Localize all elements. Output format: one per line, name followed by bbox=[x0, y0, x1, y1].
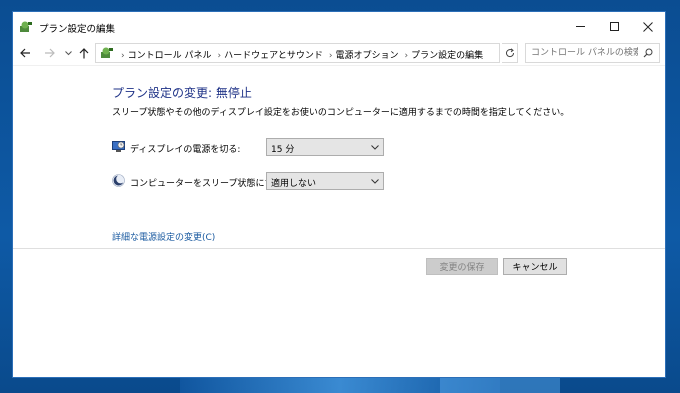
minimize-button[interactable] bbox=[563, 12, 597, 41]
breadcrumb-item[interactable]: 電源オプション bbox=[336, 51, 399, 61]
forward-button[interactable] bbox=[42, 46, 56, 60]
divider bbox=[13, 248, 665, 249]
edit-plan-window: プラン設定の編集 › コントロール パネル › ハードウェアとサウンド › 電源オ bbox=[12, 11, 666, 378]
chevron-down-icon bbox=[371, 179, 379, 184]
chevron-down-icon bbox=[371, 145, 379, 150]
recent-locations-button[interactable] bbox=[61, 46, 75, 60]
back-arrow-icon bbox=[19, 48, 30, 58]
page-title: プラン設定の変更: 無停止 bbox=[112, 86, 252, 100]
display-off-select[interactable]: 15 分 bbox=[266, 138, 384, 156]
search-box[interactable] bbox=[525, 43, 660, 63]
breadcrumb: › コントロール パネル › ハードウェアとサウンド › 電源オプション › プラン設定の編集 bbox=[118, 48, 486, 61]
save-changes-button[interactable]: 変更の保存 bbox=[426, 258, 498, 275]
up-button[interactable] bbox=[77, 46, 91, 60]
navigation-bar: › コントロール パネル › ハードウェアとサウンド › 電源オプション › プラン設定の編集 bbox=[13, 41, 665, 65]
breadcrumb-separator-icon[interactable]: › bbox=[405, 51, 409, 61]
up-arrow-icon bbox=[79, 47, 89, 58]
close-button[interactable] bbox=[631, 12, 665, 41]
display-off-setting: ディスプレイの電源を切る: 15 分 bbox=[112, 138, 392, 156]
search-icon[interactable] bbox=[643, 48, 653, 58]
cancel-button[interactable]: キャンセル bbox=[503, 258, 567, 275]
search-input[interactable] bbox=[526, 44, 638, 62]
refresh-button[interactable] bbox=[502, 43, 518, 63]
display-off-label: ディスプレイの電源を切る: bbox=[130, 145, 241, 155]
breadcrumb-item[interactable]: コントロール パネル bbox=[128, 51, 212, 61]
maximize-button[interactable] bbox=[597, 12, 631, 41]
sleep-setting: コンピューターをスリープ状態にする: 適用しない bbox=[112, 172, 392, 190]
refresh-icon bbox=[505, 48, 514, 58]
breadcrumb-separator-icon: › bbox=[121, 51, 125, 61]
moon-icon bbox=[112, 174, 125, 187]
breadcrumb-item[interactable]: ハードウェアとサウンド bbox=[224, 51, 323, 61]
maximize-icon bbox=[609, 22, 619, 31]
breadcrumb-separator-icon[interactable]: › bbox=[329, 51, 333, 61]
window-title: プラン設定の編集 bbox=[39, 24, 116, 35]
advanced-power-settings-link[interactable]: 詳細な電源設定の変更(C) bbox=[112, 230, 215, 243]
sleep-value: 適用しない bbox=[271, 179, 317, 189]
chevron-down-icon bbox=[64, 50, 72, 55]
close-icon bbox=[643, 21, 653, 32]
sleep-select[interactable]: 適用しない bbox=[266, 172, 384, 190]
forward-arrow-icon bbox=[44, 48, 55, 58]
power-options-icon bbox=[20, 21, 32, 32]
minimize-icon bbox=[575, 26, 585, 27]
sleep-label: コンピューターをスリープ状態にする: bbox=[130, 179, 286, 189]
monitor-icon bbox=[112, 141, 125, 152]
power-options-icon bbox=[101, 47, 113, 58]
display-off-value: 15 分 bbox=[271, 145, 295, 155]
page-description: スリープ状態やその他のディスプレイ設定をお使いのコンピューターに適用するまでの時… bbox=[112, 108, 570, 118]
back-button[interactable] bbox=[18, 46, 32, 60]
breadcrumb-separator-icon[interactable]: › bbox=[217, 51, 221, 61]
address-bar[interactable]: › コントロール パネル › ハードウェアとサウンド › 電源オプション › プラン設定の編集 bbox=[95, 43, 583, 63]
title-bar: プラン設定の編集 bbox=[13, 12, 665, 41]
breadcrumb-item[interactable]: プラン設定の編集 bbox=[411, 51, 483, 61]
divider bbox=[13, 65, 665, 66]
